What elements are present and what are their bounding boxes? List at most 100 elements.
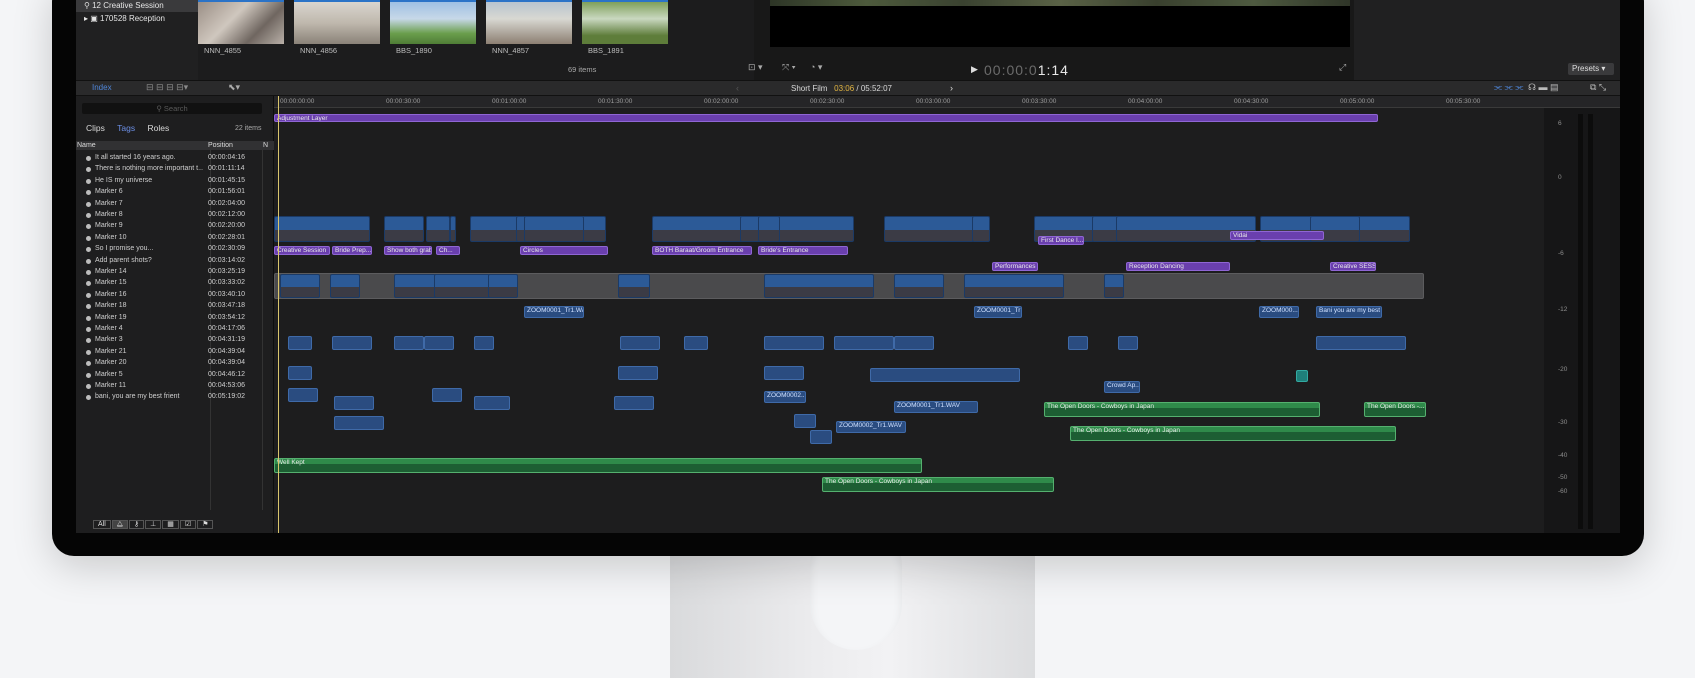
timeline-clip[interactable]: ZOOM0002... (764, 391, 806, 403)
timeline-clip[interactable] (488, 274, 518, 298)
view-options-icon[interactable]: ⊡ ▾ (748, 62, 763, 73)
timeline-clip[interactable] (810, 430, 832, 444)
timeline[interactable]: 00:00:00:00 00:00:30:00 00:01:00:00 00:01:3… (274, 96, 1620, 533)
timeline-clip[interactable] (764, 274, 874, 298)
select-tool-icon[interactable]: ⬉▾ (228, 82, 240, 93)
timeline-clip[interactable]: The Open Doors - Cowboys in Japan (1044, 402, 1320, 417)
timeline-clip[interactable] (280, 274, 320, 298)
timeline-clip[interactable] (1104, 274, 1124, 298)
tab-roles[interactable]: Roles (147, 123, 169, 133)
playhead[interactable] (278, 96, 279, 533)
timeline-clip[interactable] (834, 336, 894, 350)
video-preview[interactable] (770, 0, 1350, 47)
filter-todo-icon[interactable]: ▦ (162, 520, 179, 529)
speed-icon[interactable]: ◔ ▾ (810, 62, 822, 73)
marker-row[interactable]: Marker 11 00:04:53:06 (76, 380, 274, 391)
transform-icon[interactable]: ⤧ ▾ (782, 62, 795, 73)
forward-icon[interactable]: › (950, 83, 953, 93)
timeline-clip[interactable]: Adjustment Layer (274, 114, 1378, 122)
timeline-clip[interactable] (794, 414, 816, 428)
timeline-clip[interactable]: Ch... (436, 246, 460, 255)
timeline-clip[interactable] (330, 274, 360, 298)
timeline-ruler[interactable]: 00:00:00:00 00:00:30:00 00:01:00:00 00:01:3… (274, 96, 1620, 108)
timeline-clip[interactable] (618, 274, 650, 298)
timeline-clip[interactable] (1296, 370, 1308, 382)
timeline-clip[interactable] (424, 336, 454, 350)
window-icons[interactable]: ⧉ ⤡ (1590, 82, 1606, 93)
tab-tags[interactable]: Tags (117, 123, 135, 133)
timeline-clip[interactable] (474, 336, 494, 350)
timeline-clip[interactable] (384, 216, 424, 242)
headphones-icon[interactable]: ☊ ▬ ▤ (1528, 82, 1559, 93)
timeline-clip[interactable] (894, 336, 934, 350)
marker-row[interactable]: He IS my universe 00:01:45:15 (76, 175, 274, 186)
marker-row[interactable]: There is nothing more important t... 00:0… (76, 163, 274, 174)
timeline-clip[interactable]: Crowd Ap... (1104, 381, 1140, 393)
timeline-clip[interactable]: First Dance I... (1038, 236, 1084, 245)
timeline-clip[interactable] (972, 216, 990, 242)
play-icon[interactable]: ▶ (971, 64, 978, 75)
timeline-clip[interactable] (1068, 336, 1088, 350)
marker-row[interactable]: Marker 6 00:01:56:01 (76, 186, 274, 197)
timeline-clip[interactable]: BOTH Baraat/Groom Entrance (652, 246, 752, 255)
timeline-clip[interactable]: Creative Session (274, 246, 330, 255)
timeline-clip[interactable]: Performances (992, 262, 1038, 271)
timeline-clip[interactable]: ZOOM0001_Tr1.WAV (894, 401, 978, 413)
marker-row[interactable]: Marker 18 00:03:47:18 (76, 300, 274, 311)
timeline-clip[interactable] (1316, 336, 1406, 350)
timeline-clip[interactable]: Reception Dancing (1126, 262, 1230, 271)
timeline-clip[interactable] (332, 336, 372, 350)
clip-thumbnail[interactable] (198, 0, 284, 44)
library-item-creative-session[interactable]: ⚲ 12 Creative Session (76, 0, 198, 12)
timeline-clip[interactable] (870, 368, 1020, 382)
marker-row[interactable]: Marker 21 00:04:39:04 (76, 346, 274, 357)
marker-row[interactable]: Marker 5 00:04:46:12 (76, 369, 274, 380)
marker-row[interactable]: Marker 15 00:03:33:02 (76, 277, 274, 288)
timeline-clip[interactable]: Circles (520, 246, 608, 255)
timeline-clip[interactable]: The Open Doors -... (1364, 402, 1426, 417)
marker-row[interactable]: bani, you are my best frient 00:05:19:02 (76, 391, 274, 402)
timeline-clip[interactable] (758, 216, 780, 242)
marker-row[interactable]: Marker 19 00:03:54:12 (76, 312, 274, 323)
library-item-reception[interactable]: ▸ ▣ 170528 Reception (76, 13, 198, 25)
timeline-clip[interactable] (524, 216, 584, 242)
timeline-clip[interactable] (620, 336, 660, 350)
marker-row[interactable]: Marker 20 00:04:39:04 (76, 357, 274, 368)
timeline-clip[interactable] (274, 216, 370, 242)
timeline-clip[interactable]: ZOOM0001_Tr1... (974, 306, 1022, 318)
fullscreen-icon[interactable]: ⤢ (1339, 62, 1346, 73)
timeline-clip[interactable] (684, 336, 708, 350)
timeline-clip[interactable] (618, 366, 658, 380)
column-name[interactable]: Name (77, 142, 96, 149)
timeline-clip[interactable] (470, 216, 520, 242)
skimming-icons[interactable]: ⫘ ⫘ ⫘ (1494, 82, 1523, 93)
clip-thumbnail[interactable] (582, 0, 668, 44)
timeline-clip[interactable] (288, 366, 312, 380)
filter-analysis-icon[interactable]: ⊥ (145, 520, 162, 529)
timeline-clip[interactable]: Creative SESSI... (1330, 262, 1376, 271)
timeline-clip[interactable]: Well Kept (274, 458, 922, 473)
timeline-clip[interactable]: ZOOM0001_Tr1.WAV (524, 306, 584, 318)
marker-row[interactable]: Marker 9 00:02:20:00 (76, 220, 274, 231)
timeline-clip[interactable] (884, 216, 974, 242)
timeline-clip[interactable]: Bride's Entrance (758, 246, 848, 255)
timeline-clip[interactable] (1118, 336, 1138, 350)
filter-chapter-icon[interactable]: ⚑ (197, 520, 214, 529)
column-n[interactable]: N (263, 142, 268, 149)
clip-thumbnail[interactable] (390, 0, 476, 44)
marker-row[interactable]: So I promise you... 00:02:30:09 (76, 243, 274, 254)
timeline-clip[interactable] (334, 416, 384, 430)
timeline-clip[interactable] (964, 274, 1064, 298)
marker-row[interactable]: Marker 3 00:04:31:19 (76, 334, 274, 345)
filter-complete-icon[interactable]: ☑ (179, 520, 197, 529)
timeline-clip[interactable]: ZOOM0002_Tr1.WAV (836, 421, 906, 433)
timeline-clip[interactable] (614, 396, 654, 410)
edit-tools-icon[interactable]: ⊟ ⊟ ⊟ ⊟▾ (146, 82, 188, 93)
marker-row[interactable]: Marker 10 00:02:28:01 (76, 232, 274, 243)
timeline-clip[interactable] (334, 396, 374, 410)
timeline-clip[interactable] (764, 336, 824, 350)
timeline-clip[interactable] (450, 216, 456, 242)
marker-row[interactable]: Marker 8 00:02:12:00 (76, 209, 274, 220)
timeline-clip[interactable]: The Open Doors - Cowboys in Japan (822, 477, 1054, 492)
back-icon[interactable]: ‹ (736, 83, 739, 93)
